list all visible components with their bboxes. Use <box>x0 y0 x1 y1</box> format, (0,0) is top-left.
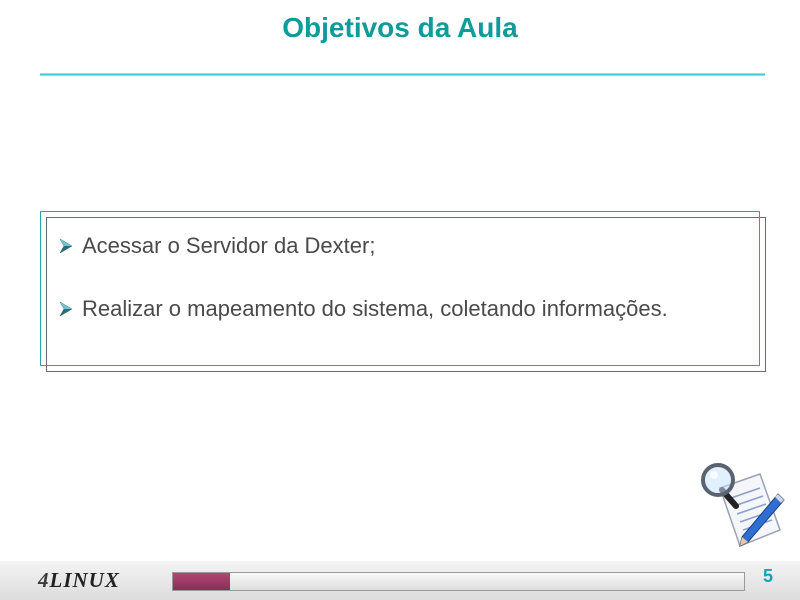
slide-progress-bar <box>172 572 745 591</box>
arrow-bullet-icon <box>59 301 73 317</box>
arrow-bullet-icon <box>59 238 73 254</box>
list-item: Realizar o mapeamento do sistema, coleta… <box>56 292 668 326</box>
title-divider <box>40 73 765 76</box>
objectives-list: Acessar o Servidor da Dexter; Realizar o… <box>56 229 668 355</box>
page-number: 5 <box>762 566 773 586</box>
progress-fill <box>173 573 231 590</box>
list-item: Acessar o Servidor da Dexter; <box>56 229 668 263</box>
bullet-text: Acessar o Servidor da Dexter; <box>82 233 376 258</box>
brand-logo: 4LINUX <box>38 568 120 592</box>
document-magnifier-pen-icon <box>701 463 785 547</box>
slide-title: Objetivos da Aula <box>282 12 518 43</box>
bullet-text: Realizar o mapeamento do sistema, coleta… <box>82 296 668 321</box>
